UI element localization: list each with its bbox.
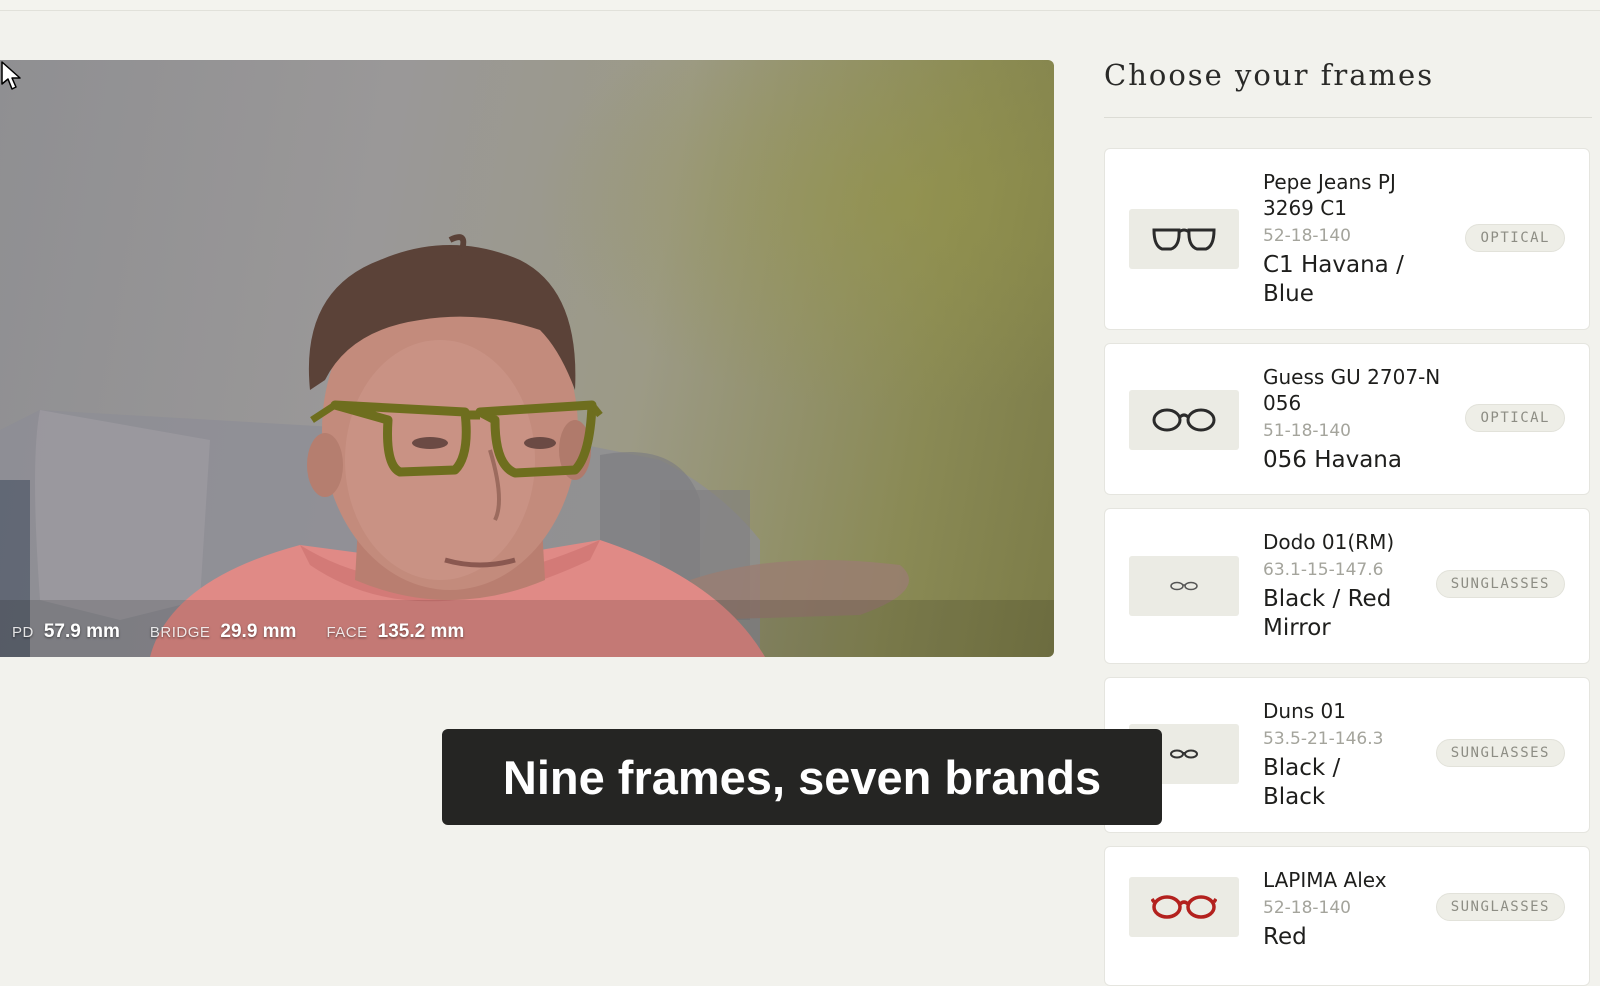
frame-name: Guess GU 2707-N 056 xyxy=(1263,365,1441,415)
measurement-bridge: BRIDGE 29.9 mm xyxy=(150,621,297,643)
measurement-label: PD xyxy=(12,624,34,641)
frame-size: 52-18-140 xyxy=(1263,226,1351,246)
frame-color: Black / Red Mirror xyxy=(1263,586,1392,641)
frame-info: LAPIMA Alex 52-18-140 Red xyxy=(1263,867,1443,952)
frame-card-dodo[interactable]: Dodo 01(RM) 63.1-15-147.6 Black / Red Mi… xyxy=(1104,508,1590,664)
frame-name: Pepe Jeans PJ 3269 C1 xyxy=(1263,170,1396,220)
frame-name: Duns 01 xyxy=(1263,699,1346,723)
frame-size: 51-18-140 xyxy=(1263,421,1351,441)
frame-size: 63.1-15-147.6 xyxy=(1263,560,1384,580)
frame-color: Red xyxy=(1263,924,1307,950)
mouse-cursor-icon xyxy=(1,61,21,90)
frame-color: Black / Black xyxy=(1263,755,1341,810)
webcam-scene xyxy=(0,234,1054,657)
measurement-value: 29.9 mm xyxy=(220,621,297,642)
frame-thumbnail xyxy=(1129,556,1239,616)
measurement-face: FACE 135.2 mm xyxy=(326,621,464,643)
glasses-icon xyxy=(1152,408,1216,432)
top-bar xyxy=(0,0,1600,11)
frame-info: Pepe Jeans PJ 3269 C1 52-18-140 C1 Havan… xyxy=(1263,169,1443,309)
panel-divider xyxy=(1104,117,1592,118)
video-caption: Nine frames, seven brands xyxy=(442,729,1162,825)
frame-info: Dodo 01(RM) 63.1-15-147.6 Black / Red Mi… xyxy=(1263,529,1443,643)
panel-title: Choose your frames xyxy=(1104,58,1435,92)
measurement-label: FACE xyxy=(326,624,368,641)
frame-type-badge: SUNGLASSES xyxy=(1435,739,1565,767)
frame-type-badge: SUNGLASSES xyxy=(1435,570,1565,598)
frame-card-pepe-jeans[interactable]: Pepe Jeans PJ 3269 C1 52-18-140 C1 Havan… xyxy=(1104,148,1590,330)
measurement-label: BRIDGE xyxy=(149,624,211,641)
frame-info: Guess GU 2707-N 056 51-18-140 056 Havana xyxy=(1263,364,1443,475)
frame-type-badge: OPTICAL xyxy=(1465,224,1565,252)
frame-name: Dodo 01(RM) xyxy=(1263,530,1395,554)
frame-thumbnail xyxy=(1129,877,1239,937)
frame-thumbnail xyxy=(1129,390,1239,450)
frame-size: 52-18-140 xyxy=(1263,898,1351,918)
measurement-value: 57.9 mm xyxy=(43,621,120,642)
glasses-icon xyxy=(1170,581,1198,591)
frame-size: 53.5-21-146.3 xyxy=(1263,729,1384,749)
frame-type-badge: SUNGLASSES xyxy=(1435,893,1565,921)
measurement-pd: PD 57.9 mm xyxy=(12,621,120,643)
frame-color: 056 Havana xyxy=(1263,447,1402,473)
frame-card-duns[interactable]: Duns 01 53.5-21-146.3 Black / Black SUNG… xyxy=(1104,677,1590,833)
glasses-icon xyxy=(1151,895,1217,919)
frame-type-badge: OPTICAL xyxy=(1465,404,1565,432)
measurement-bar: PD 57.9 mm BRIDGE 29.9 mm FACE 135.2 mm xyxy=(12,621,464,643)
glasses-icon xyxy=(1170,749,1198,759)
camera-view: PD 57.9 mm BRIDGE 29.9 mm FACE 135.2 mm xyxy=(0,60,1054,657)
frame-thumbnail xyxy=(1129,209,1239,269)
measurement-value: 135.2 mm xyxy=(377,621,465,642)
frame-name: LAPIMA Alex xyxy=(1263,868,1387,892)
glasses-icon xyxy=(1152,228,1216,251)
frame-info: Duns 01 53.5-21-146.3 Black / Black xyxy=(1263,698,1443,812)
frame-color: C1 Havana / Blue xyxy=(1263,252,1404,307)
frame-card-lapima[interactable]: LAPIMA Alex 52-18-140 Red SUNGLASSES xyxy=(1104,846,1590,986)
frame-card-guess[interactable]: Guess GU 2707-N 056 51-18-140 056 Havana… xyxy=(1104,343,1590,495)
